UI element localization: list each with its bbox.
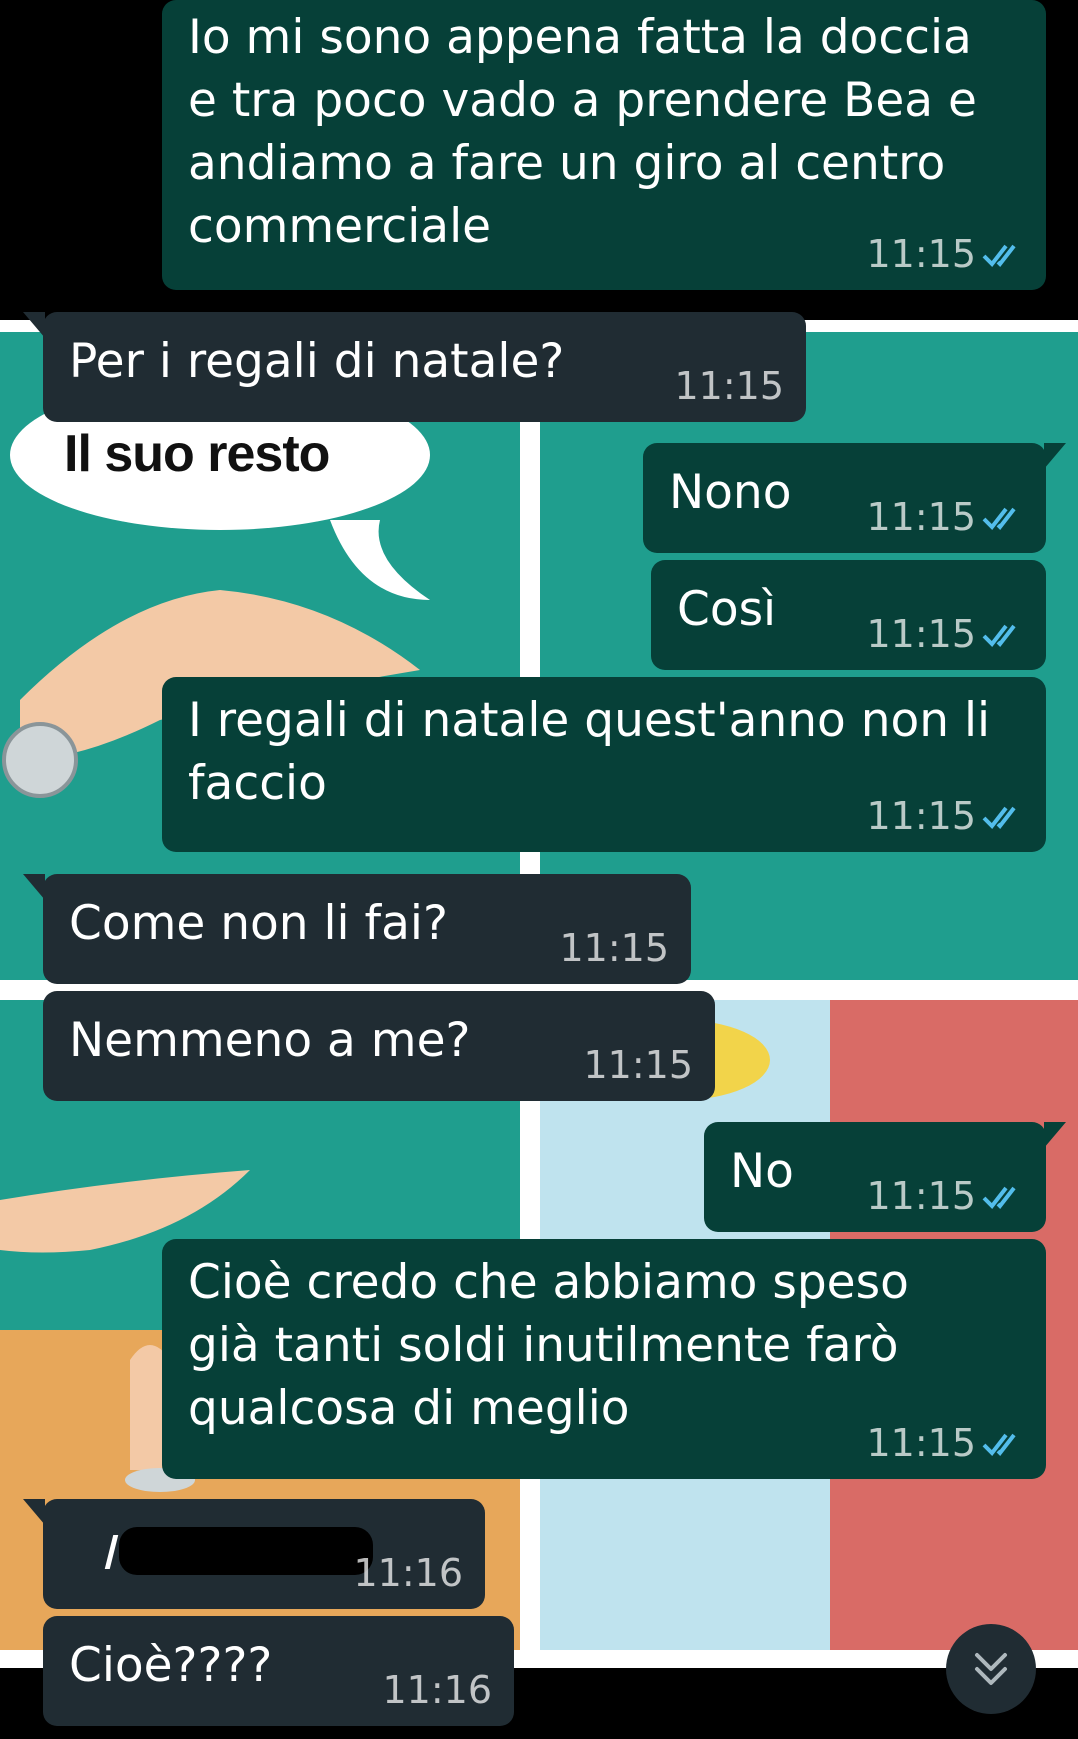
message-time: 11:15 — [583, 1043, 693, 1087]
text-fragment — [104, 1535, 119, 1569]
message-time: 11:15 — [866, 612, 976, 656]
message-text: Cioè credo che abbiamo speso già tanti s… — [188, 1255, 909, 1436]
message-bubble-outgoing[interactable]: Cioè credo che abbiamo speso già tanti s… — [162, 1239, 1046, 1479]
message-bubble-outgoing[interactable]: Nono 11:15 — [643, 443, 1066, 553]
double-check-read-icon — [982, 806, 1016, 830]
comic-speech-text: Il suo resto — [64, 425, 330, 483]
message-time: 11:15 — [866, 794, 976, 838]
redaction-block — [119, 1527, 373, 1575]
message-time: 11:15 — [866, 1421, 976, 1465]
message-text: Per i regali di natale? — [69, 334, 565, 389]
message-bubble-incoming[interactable]: 11:16 — [23, 1499, 485, 1609]
message-text: Come non li fai? — [69, 896, 448, 951]
double-check-read-icon — [982, 1433, 1016, 1457]
message-bubble-incoming[interactable]: Cioè???? 11:16 — [43, 1616, 514, 1726]
scroll-to-bottom-button[interactable] — [946, 1624, 1036, 1714]
message-bubble-incoming[interactable]: Nemmeno a me? 11:15 — [43, 991, 715, 1101]
message-time: 11:15 — [866, 232, 976, 276]
chat-screen: Il suo resto Io mi sono appena fatta la … — [0, 0, 1078, 1739]
message-text: Nemmeno a me? — [69, 1013, 471, 1068]
double-chevron-down-icon — [975, 1653, 1007, 1685]
double-check-read-icon — [982, 1186, 1016, 1210]
message-time: 11:15 — [866, 1174, 976, 1218]
message-bubble-outgoing[interactable]: Io mi sono appena fatta la doccia e tra … — [162, 0, 1046, 290]
message-time: 11:15 — [866, 495, 976, 539]
message-bubble-incoming[interactable]: Per i regali di natale? 11:15 — [23, 312, 806, 422]
double-check-read-icon — [982, 244, 1016, 268]
message-time: 11:16 — [353, 1551, 463, 1595]
message-time: 11:15 — [674, 364, 784, 408]
message-time: 11:15 — [559, 926, 669, 970]
message-text: Così — [677, 582, 777, 637]
message-text: Nono — [669, 465, 792, 520]
message-bubble-outgoing[interactable]: Così 11:15 — [651, 560, 1046, 670]
message-text: No — [730, 1144, 794, 1199]
message-bubble-outgoing[interactable]: I regali di natale quest'anno non li fac… — [162, 677, 1046, 852]
message-bubble-outgoing[interactable]: No 11:15 — [704, 1122, 1066, 1232]
message-text: Cioè???? — [69, 1638, 273, 1693]
message-text: Io mi sono appena fatta la doccia e tra … — [188, 10, 977, 254]
message-time: 11:16 — [382, 1668, 492, 1712]
double-check-read-icon — [982, 624, 1016, 648]
double-check-read-icon — [982, 507, 1016, 531]
message-bubble-incoming[interactable]: Come non li fai? 11:15 — [23, 874, 691, 984]
